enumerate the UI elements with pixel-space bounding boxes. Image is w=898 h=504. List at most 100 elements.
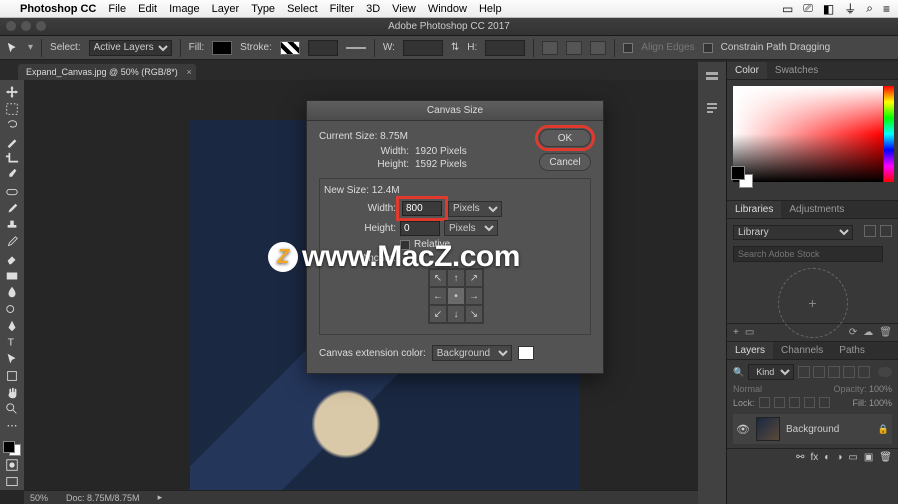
anchor-grid[interactable]: ↖ ↑ ↗ ← • → ↙ ↓ ↘ [428, 268, 484, 324]
stamp-tool[interactable] [2, 218, 22, 234]
hue-slider[interactable] [884, 86, 894, 182]
anchor-s[interactable]: ↓ [447, 305, 465, 323]
kind-select[interactable]: Kind [748, 364, 794, 380]
shape-width-input[interactable] [403, 40, 443, 56]
menu-file[interactable]: File [108, 3, 126, 15]
width-unit-select[interactable]: Pixels [448, 201, 502, 217]
lib-view2-icon[interactable] [880, 225, 892, 237]
library-select[interactable]: Library [733, 225, 853, 240]
adj-layer-icon[interactable]: ◑ [836, 452, 842, 463]
app-name[interactable]: Photoshop CC [20, 3, 96, 15]
layer-lock-icon[interactable]: 🔒 [878, 424, 889, 435]
eraser-tool[interactable] [2, 251, 22, 267]
filter-toggle[interactable] [878, 367, 892, 377]
zoom-tool[interactable] [2, 401, 22, 417]
mask-icon[interactable]: ◐ [824, 452, 830, 463]
lock-transparent-icon[interactable] [759, 397, 770, 408]
visibility-icon[interactable]: 👁 [736, 423, 750, 436]
menu-3d[interactable]: 3D [366, 3, 380, 15]
filter-pixel-icon[interactable] [798, 366, 810, 378]
lib-cloud-icon[interactable]: ☁ [863, 327, 873, 338]
zoom-level[interactable]: 50% [30, 493, 48, 503]
lock-position-icon[interactable] [789, 397, 800, 408]
stroke-style[interactable] [346, 47, 366, 49]
kind-icon[interactable]: 🔍 [733, 367, 744, 378]
lock-artboard-icon[interactable] [804, 397, 815, 408]
new-layer-icon[interactable]: ▣ [864, 452, 873, 463]
menu-help[interactable]: Help [479, 3, 502, 15]
menu-window[interactable]: Window [428, 3, 467, 15]
properties-panel-icon[interactable] [704, 100, 720, 116]
eyedropper-tool[interactable] [2, 168, 22, 184]
libraries-tab[interactable]: Libraries [727, 201, 781, 218]
quick-mask-icon[interactable] [2, 457, 22, 473]
path-op-icon[interactable] [542, 41, 558, 55]
blend-mode[interactable]: Normal [733, 384, 762, 394]
link-layers-icon[interactable]: ⚯ [796, 452, 804, 463]
screen-icon[interactable]: ▭ [782, 2, 793, 16]
foreground-background-color[interactable] [3, 441, 21, 457]
dodge-tool[interactable] [2, 301, 22, 317]
height-input[interactable] [400, 221, 440, 236]
filter-adj-icon[interactable] [813, 366, 825, 378]
bluetooth-icon[interactable]: ◧ [823, 2, 834, 16]
shape-tool[interactable] [2, 368, 22, 384]
heal-tool[interactable] [2, 184, 22, 200]
traffic-lights[interactable] [6, 21, 46, 31]
path-select-tool[interactable] [2, 351, 22, 367]
cancel-button[interactable]: Cancel [539, 153, 591, 171]
minimize-icon[interactable] [21, 21, 31, 31]
menu-type[interactable]: Type [251, 3, 275, 15]
anchor-sw[interactable]: ↙ [429, 305, 447, 323]
fill-value[interactable]: 100% [869, 398, 892, 408]
layers-tab[interactable]: Layers [727, 342, 773, 359]
color-field[interactable] [733, 86, 883, 182]
menu-view[interactable]: View [392, 3, 416, 15]
anchor-e[interactable]: → [465, 287, 483, 305]
menu-image[interactable]: Image [169, 3, 200, 15]
fx-icon[interactable]: fx [811, 452, 819, 463]
anchor-c[interactable]: • [447, 287, 465, 305]
tool-preset-dropdown-icon[interactable]: ▾ [28, 42, 33, 53]
paths-tab[interactable]: Paths [831, 342, 873, 359]
doc-info-chevron-icon[interactable]: ▸ [158, 492, 163, 503]
filter-shape-icon[interactable] [843, 366, 855, 378]
menu-layer[interactable]: Layer [212, 3, 240, 15]
filter-smart-icon[interactable] [858, 366, 870, 378]
lasso-tool[interactable] [2, 117, 22, 133]
history-brush-tool[interactable] [2, 234, 22, 250]
pen-tool[interactable] [2, 318, 22, 334]
menu-select[interactable]: Select [287, 3, 318, 15]
opacity-value[interactable]: 100% [869, 384, 892, 394]
wand-tool[interactable] [2, 134, 22, 150]
adobe-stock-search[interactable] [733, 246, 883, 262]
menu-extra-icon[interactable]: ≡ [883, 2, 890, 16]
screen-mode-icon[interactable] [2, 474, 22, 490]
edit-toolbar-icon[interactable]: ⋯ [2, 418, 22, 434]
constrain-checkbox[interactable] [703, 43, 713, 53]
lib-add-icon[interactable]: + [733, 327, 739, 338]
close-tab-icon[interactable]: × [186, 67, 191, 77]
document-tab[interactable]: Expand_Canvas.jpg @ 50% (RGB/8*) × [18, 64, 196, 80]
height-unit-select[interactable]: Pixels [444, 220, 498, 236]
width-input[interactable] [402, 201, 442, 216]
lib-view1-icon[interactable] [864, 225, 876, 237]
channels-tab[interactable]: Channels [773, 342, 831, 359]
close-icon[interactable] [6, 21, 16, 31]
adjustments-tab[interactable]: Adjustments [781, 201, 852, 218]
stroke-swatch[interactable] [280, 41, 300, 55]
trash-icon[interactable]: 🗑 [879, 452, 892, 463]
move-tool[interactable] [2, 84, 22, 100]
align-edges-checkbox[interactable] [623, 43, 633, 53]
ok-button[interactable]: OK [539, 129, 591, 147]
lib-trash-icon[interactable]: 🗑 [879, 327, 892, 338]
menu-edit[interactable]: Edit [138, 3, 157, 15]
history-panel-icon[interactable] [704, 70, 720, 86]
doc-info[interactable]: Doc: 8.75M/8.75M [66, 493, 140, 503]
lib-sync-icon[interactable]: ⟳ [849, 327, 857, 338]
anchor-se[interactable]: ↘ [465, 305, 483, 323]
panel-fgbg[interactable] [731, 166, 753, 188]
layer-background[interactable]: 👁 Background 🔒 [733, 414, 892, 444]
crop-tool[interactable] [2, 151, 22, 167]
wifi-icon[interactable]: ⏚ [844, 0, 856, 17]
